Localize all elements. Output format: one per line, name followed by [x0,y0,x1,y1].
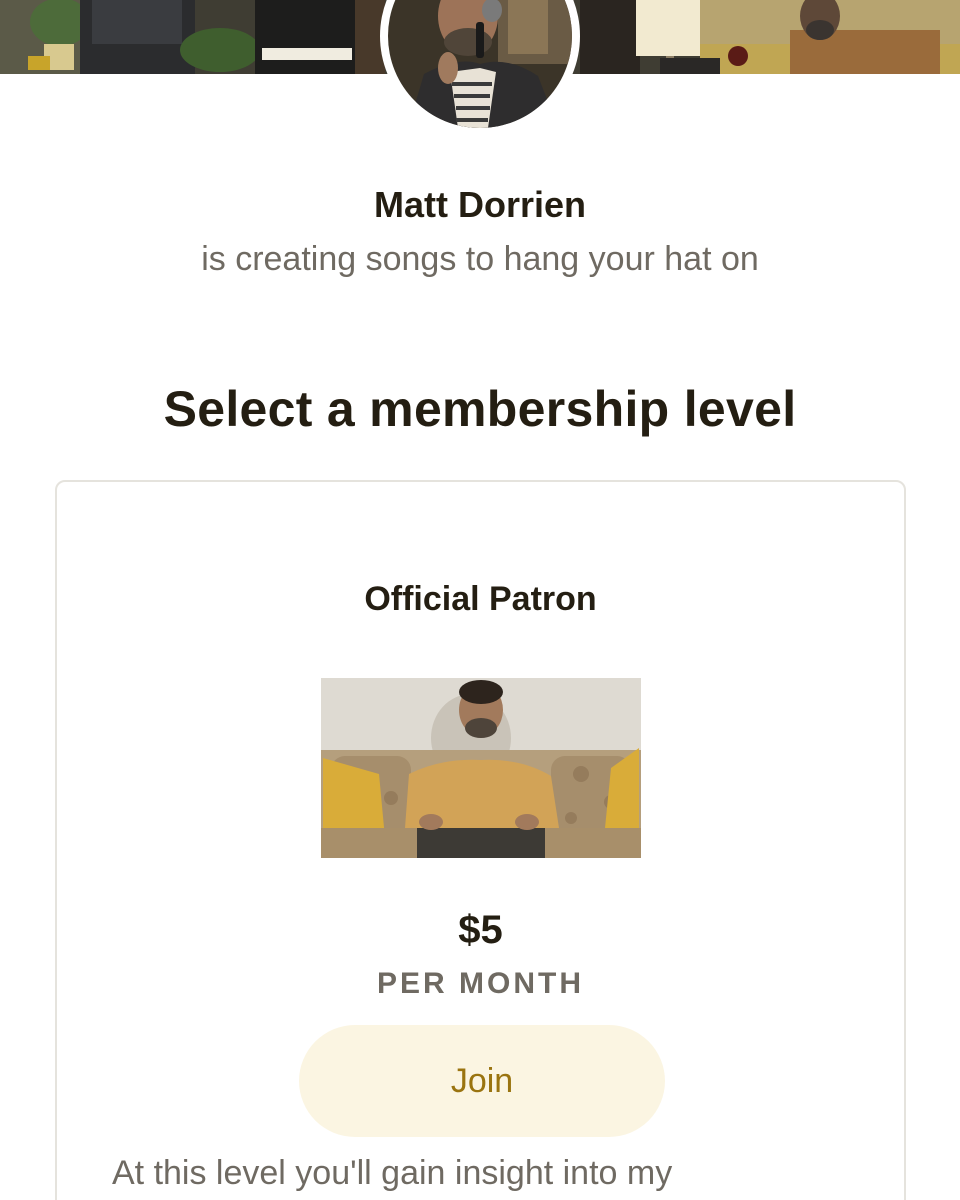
creator-name: Matt Dorrien [373,184,586,225]
avatar-photo [388,0,572,128]
creator-page: Matt Dorrien is creating songs to hang y… [0,0,960,1200]
creator-tagline: is creating songs to hang your hat on [201,240,759,278]
tier-image [321,678,641,858]
tier-period: PER MONTH [377,967,584,1000]
tier-price: $5 [458,908,503,952]
join-button[interactable]: Join [299,1025,665,1137]
tier-card: Official Patron $5 PER MONTH Join At thi… [55,480,906,1200]
tier-description: At this level you'll gain insight into m… [112,1154,673,1192]
description-fade [744,1147,864,1197]
creator-avatar[interactable] [380,0,580,136]
membership-heading: Select a membership level [163,381,797,437]
tier-title: Official Patron [364,580,597,618]
